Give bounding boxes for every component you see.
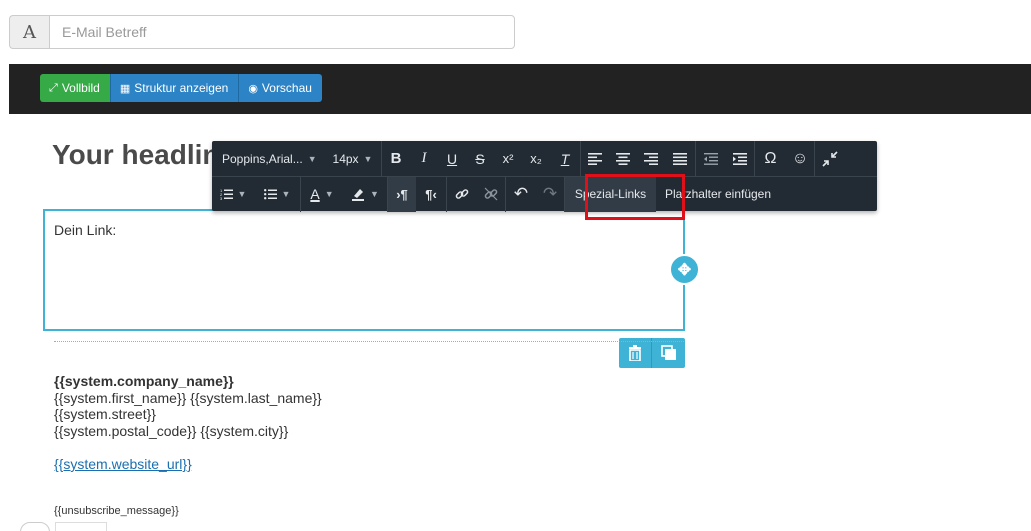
bottom-control[interactable]	[20, 522, 50, 531]
clear-format-icon[interactable]: T	[550, 141, 580, 176]
fullscreen-button[interactable]: ⤢ Vollbild	[40, 74, 110, 102]
redo-icon[interactable]: ↷	[536, 177, 564, 212]
special-links-button[interactable]: Spezial-Links	[565, 176, 656, 212]
align-right-icon[interactable]	[637, 141, 665, 176]
city-placeholder: {{system.postal_code}} {{system.city}}	[54, 422, 289, 439]
editable-text-block[interactable]: Dein Link:	[43, 209, 685, 331]
show-structure-button[interactable]: ▦ Struktur anzeigen	[109, 74, 239, 102]
view-button-group: ⤢ Vollbild ▦ Struktur anzeigen ◉ Vorscha…	[40, 74, 322, 102]
preview-label: Vorschau	[261, 81, 312, 95]
toolbar-row-1: Poppins,Arial... ▼ 14px ▼ B I U S x² x₂ T	[212, 141, 845, 176]
align-left-icon[interactable]	[581, 141, 609, 176]
chevron-down-icon: ▼	[370, 189, 379, 199]
name-placeholder: {{system.first_name}} {{system.last_name…	[54, 389, 322, 406]
undo-icon[interactable]: ↶	[506, 177, 536, 212]
email-heading[interactable]: Your headline	[52, 139, 214, 171]
expand-icon: ⤢	[49, 81, 58, 94]
svg-text:3: 3	[220, 196, 223, 200]
font-family-dropdown[interactable]: Poppins,Arial... ▼	[212, 141, 324, 176]
insert-placeholder-button[interactable]: Platzhalter einfügen	[656, 177, 780, 212]
bold-icon[interactable]: B	[382, 141, 410, 176]
subject-addon: A	[9, 15, 49, 49]
toolbar-row-2: 1 2 3 ▼ ▼ A ▼ ▼ ›¶ ¶‹ ↶ ↷ Spezial-Links …	[212, 176, 877, 212]
preview-button[interactable]: ◉ Vorschau	[238, 74, 322, 102]
move-handle-icon[interactable]: ✥	[669, 254, 700, 285]
editable-text[interactable]: Dein Link:	[54, 222, 116, 238]
show-structure-label: Struktur anzeigen	[134, 81, 229, 95]
editor-topbar: ⤢ Vollbild ▦ Struktur anzeigen ◉ Vorscha…	[9, 64, 1031, 114]
rich-text-toolbar: Poppins,Arial... ▼ 14px ▼ B I U S x² x₂ T	[212, 141, 877, 212]
chevron-down-icon: ▼	[324, 189, 334, 199]
unlink-icon[interactable]	[477, 177, 505, 212]
strikethrough-icon[interactable]: S	[466, 141, 494, 176]
chevron-down-icon: ▼	[237, 189, 247, 199]
subject-row: A	[9, 15, 515, 49]
emoticon-icon[interactable]: ☺	[786, 141, 814, 176]
font-size-value: 14px	[332, 151, 359, 166]
duplicate-block-button[interactable]	[652, 338, 685, 368]
ordered-list-icon[interactable]: 1 2 3 ▼	[212, 177, 254, 212]
copy-icon	[660, 345, 676, 360]
street-placeholder: {{system.street}}	[54, 406, 156, 422]
email-footer: {{system.company_name}} {{system.first_n…	[54, 373, 322, 517]
underline-icon[interactable]: U	[438, 141, 466, 176]
trash-icon	[629, 345, 641, 361]
font-family-value: Poppins,Arial...	[222, 151, 303, 166]
rtl-icon[interactable]: ¶‹	[416, 177, 446, 212]
unsubscribe-placeholder: {{unsubscribe_message}}	[54, 505, 179, 517]
ltr-icon[interactable]: ›¶	[388, 176, 416, 212]
align-justify-icon[interactable]	[665, 141, 695, 176]
text-color-icon[interactable]: A ▼	[301, 177, 343, 212]
collapse-icon[interactable]	[815, 141, 845, 176]
divider	[54, 341, 684, 342]
eye-icon: ◉	[248, 82, 258, 95]
align-center-icon[interactable]	[609, 141, 637, 176]
block-actions	[619, 338, 685, 368]
chevron-down-icon: ▼	[307, 153, 317, 164]
company-name-placeholder: {{system.company_name}}	[54, 373, 234, 389]
delete-block-button[interactable]	[619, 338, 652, 368]
chevron-down-icon: ▼	[281, 189, 291, 199]
italic-icon[interactable]: I	[410, 141, 438, 176]
grid-icon: ▦	[119, 82, 131, 95]
subscript-icon[interactable]: x₂	[522, 141, 550, 176]
bottom-control[interactable]	[55, 522, 107, 531]
fullscreen-label: Vollbild	[61, 81, 100, 95]
superscript-icon[interactable]: x²	[494, 141, 522, 176]
website-link[interactable]: {{system.website_url}}	[54, 456, 322, 473]
link-icon[interactable]	[447, 177, 477, 212]
chevron-down-icon: ▼	[363, 153, 373, 164]
indent-icon[interactable]	[726, 141, 754, 176]
unordered-list-icon[interactable]: ▼	[254, 177, 300, 212]
special-character-icon[interactable]: Ω	[755, 141, 786, 176]
background-color-icon[interactable]: ▼	[343, 177, 387, 212]
subject-input[interactable]	[49, 15, 515, 49]
outdent-icon[interactable]	[696, 141, 726, 176]
page: A ⤢ Vollbild ▦ Struktur anzeigen ◉ Vorsc…	[0, 0, 1031, 531]
font-size-dropdown[interactable]: 14px ▼	[324, 141, 381, 176]
